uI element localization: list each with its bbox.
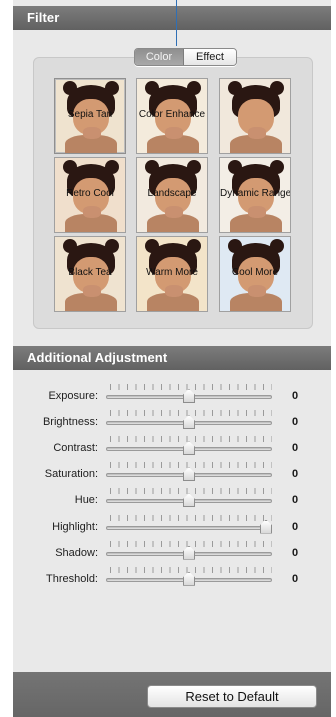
slider-label: Threshold: (46, 572, 98, 585)
thumbnail-label: Warm More (146, 267, 198, 278)
slider-ticks (110, 540, 272, 547)
slider-ticks (110, 410, 272, 417)
slider-knob[interactable] (183, 441, 195, 456)
slider-label: Exposure: (48, 390, 98, 402)
thumbnail-label: Retro Cool (66, 188, 114, 199)
slider-label: Hue: (74, 494, 98, 507)
filter-panel: Filter Sepia Tan Color Enhance Retro Cool L… (13, 0, 331, 717)
slider-ticks (110, 514, 272, 521)
slider-ticks (110, 566, 272, 573)
thumbnail-label: Landscape (147, 188, 197, 199)
slider-label: Highlight: (52, 520, 98, 533)
thumbnail-label: Sepia Tan (67, 109, 113, 120)
slider-value: 0 (292, 546, 299, 559)
slider-row: Threshold: 0 (13, 566, 331, 591)
footer-bar: Reset to Default (13, 672, 331, 717)
filter-thumbnail[interactable] (219, 78, 291, 154)
color-effect-toggle[interactable]: Color Effect (134, 48, 237, 66)
pointer-line (176, 0, 177, 46)
slider-value: 0 (292, 416, 299, 429)
filter-section-header: Filter (13, 6, 331, 30)
slider-ticks (110, 488, 272, 495)
adjustment-title: Additional Adjustment (27, 350, 168, 365)
filter-thumbnail[interactable]: Sepia Tan (54, 78, 126, 154)
slider-row: Saturation: 0 (13, 462, 331, 486)
adjustment-section-header: Additional Adjustment (13, 346, 331, 370)
filter-thumbnail[interactable]: Cool More (219, 236, 291, 312)
thumbnail-label: Color Enhance (138, 109, 206, 120)
slider-row: Highlight: 0 (13, 514, 331, 539)
slider-knob[interactable] (183, 545, 195, 560)
filter-thumbnail[interactable]: Landscape (136, 157, 208, 233)
thumbnail-image (220, 79, 290, 153)
slider-ticks (110, 436, 272, 443)
filter-thumbnail[interactable]: Black Tea (54, 236, 126, 312)
tab-effect[interactable]: Effect (184, 49, 236, 65)
reset-to-default-button[interactable]: Reset to Default (147, 685, 317, 708)
slider-knob[interactable] (183, 493, 195, 508)
thumbnail-label: Dynamic Range (220, 188, 290, 199)
slider-ticks (110, 384, 272, 390)
slider-knob[interactable] (183, 467, 195, 482)
slider-row: Contrast: 0 (13, 436, 331, 460)
slider-knob[interactable] (183, 415, 195, 430)
slider-track[interactable] (106, 525, 272, 530)
thumbnail-label: Cool More (231, 267, 279, 278)
slider-label: Shadow: (55, 546, 98, 559)
slider-row: Hue: 0 (13, 488, 331, 512)
slider-label: Saturation: (44, 468, 98, 481)
slider-row: Exposure: 0 (13, 384, 331, 408)
slider-label: Contrast: (53, 442, 98, 455)
filter-thumbnail[interactable]: Color Enhance (136, 78, 208, 154)
filter-title: Filter (27, 10, 60, 25)
filter-thumbnail[interactable]: Dynamic Range (219, 157, 291, 233)
slider-value: 0 (292, 494, 299, 507)
slider-row: Shadow: 0 (13, 540, 331, 565)
slider-knob[interactable] (183, 389, 195, 403)
slider-value: 0 (292, 572, 299, 585)
tab-color[interactable]: Color (135, 49, 184, 65)
slider-knob[interactable] (183, 571, 195, 586)
slider-label: Brightness: (42, 416, 98, 429)
thumbnail-label: Black Tea (68, 267, 112, 278)
filter-thumbnail[interactable]: Warm More (136, 236, 208, 312)
slider-value: 0 (292, 520, 299, 533)
slider-ticks (110, 462, 272, 469)
slider-row: Brightness: 0 (13, 410, 331, 434)
slider-knob[interactable] (260, 519, 272, 534)
slider-value: 0 (292, 468, 299, 481)
slider-value: 0 (292, 390, 299, 402)
slider-value: 0 (292, 442, 299, 455)
thumbnail-grid: Sepia Tan Color Enhance Retro Cool Landscap… (33, 57, 313, 329)
filter-thumbnail[interactable]: Retro Cool (54, 157, 126, 233)
